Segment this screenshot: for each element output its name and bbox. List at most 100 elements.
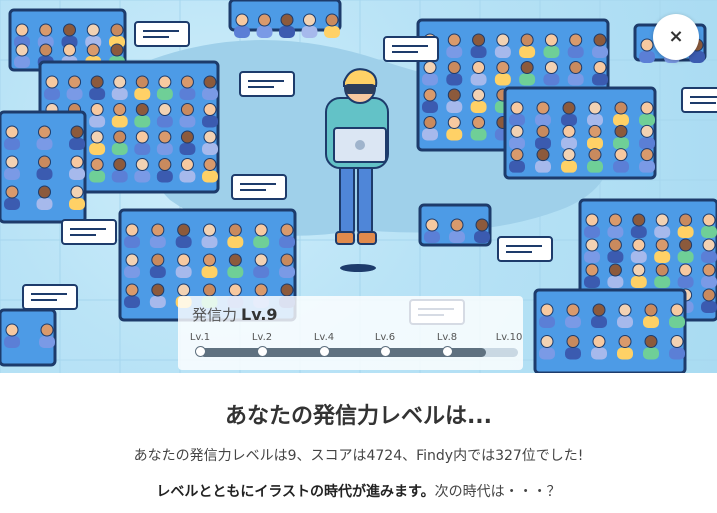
audience-body (643, 316, 659, 328)
audience-body (509, 114, 525, 126)
audience-face (180, 130, 194, 144)
audience-face (254, 283, 268, 297)
audience-face (135, 103, 149, 116)
audience-face (203, 75, 217, 89)
audience-body (639, 114, 655, 126)
audience-face (655, 263, 669, 277)
audience-face (180, 75, 194, 89)
audience-body (630, 226, 647, 238)
audience-face (562, 101, 576, 115)
audience-body (202, 115, 218, 128)
audience-body (470, 46, 487, 58)
audience-body (561, 114, 577, 126)
close-button[interactable]: × (653, 14, 699, 60)
audience-face (203, 223, 216, 237)
audience-body (613, 137, 629, 150)
audience-body (279, 266, 295, 278)
speech-bubble (497, 236, 553, 262)
level-tick-dot (257, 346, 268, 357)
audience-face (475, 218, 489, 232)
audience-face (135, 130, 149, 144)
audience-face (45, 75, 59, 89)
audience-face (177, 283, 191, 297)
audience-body (607, 226, 624, 238)
audience-body (422, 128, 438, 141)
audience-body (470, 73, 487, 86)
audience-body (639, 160, 655, 173)
audience-body (36, 198, 53, 210)
audience-body (4, 168, 20, 180)
audience-body (587, 160, 603, 173)
audience-body (202, 170, 218, 183)
audience-body (227, 266, 244, 278)
audience-face (588, 101, 602, 115)
audience-face (68, 75, 82, 89)
audience-face (203, 253, 216, 267)
audience-body (654, 251, 671, 263)
audience-face (423, 116, 437, 129)
level-tick-label: Lv.10 (495, 332, 523, 343)
audience-body (201, 266, 218, 278)
audience-body (202, 143, 218, 155)
speech-bubble (239, 71, 295, 97)
audience-body (669, 316, 685, 328)
audience-face (125, 283, 139, 297)
audience-body (567, 46, 584, 58)
audience-face (472, 88, 486, 102)
audience-body (543, 46, 560, 58)
laptop-logo (355, 140, 365, 150)
audience-face (158, 158, 172, 171)
audience-body (607, 276, 624, 288)
audience-face (228, 223, 242, 237)
audience-face (670, 303, 684, 317)
audience-body (535, 160, 551, 173)
audience-face (86, 43, 100, 57)
audience-body (701, 301, 717, 313)
audience-face (151, 283, 165, 297)
audience-body (14, 56, 30, 68)
audience-face (640, 101, 654, 115)
audience-body (565, 347, 581, 360)
audience-body (677, 276, 694, 288)
audience-face (614, 148, 628, 162)
audience-body (607, 251, 624, 263)
audience-body (539, 316, 555, 328)
audience-body (175, 236, 192, 248)
audience-face (135, 158, 149, 171)
audience-face (125, 223, 139, 237)
audience-body (422, 101, 438, 113)
audience-body (613, 114, 629, 126)
audience-body (587, 137, 603, 150)
audience-body (156, 170, 173, 183)
person-shoe (357, 231, 377, 245)
audience-body (69, 168, 85, 180)
speech-bubble (681, 87, 717, 113)
audience-face (113, 75, 127, 89)
audience-face (496, 61, 510, 74)
audience-face (592, 303, 606, 317)
audience-body (202, 88, 218, 100)
audience-body (701, 251, 717, 263)
audience-face (254, 253, 268, 267)
audience-face (125, 253, 139, 267)
speech-bubble (231, 174, 287, 200)
level-card-title: 発信力 Lv.9 (192, 304, 278, 325)
audience-face (562, 148, 576, 162)
level-tick-dot (380, 346, 391, 357)
audience-face (588, 124, 602, 138)
audience-face (447, 33, 461, 47)
level-tick-dot (319, 346, 330, 357)
audience-face (679, 263, 693, 277)
audience-body (179, 115, 196, 128)
audience-face (540, 303, 554, 317)
era-message: レベルとともにイラストの時代が進みます。次の時代は・・・？ (0, 481, 717, 501)
audience-body (279, 236, 295, 248)
audience-face (40, 323, 54, 337)
audience-face (113, 103, 127, 116)
audience-face (158, 103, 172, 116)
close-icon: × (668, 26, 684, 47)
audience-face (544, 33, 558, 47)
audience-face (177, 253, 191, 267)
audience-face (702, 213, 716, 227)
audience-body (36, 138, 53, 150)
